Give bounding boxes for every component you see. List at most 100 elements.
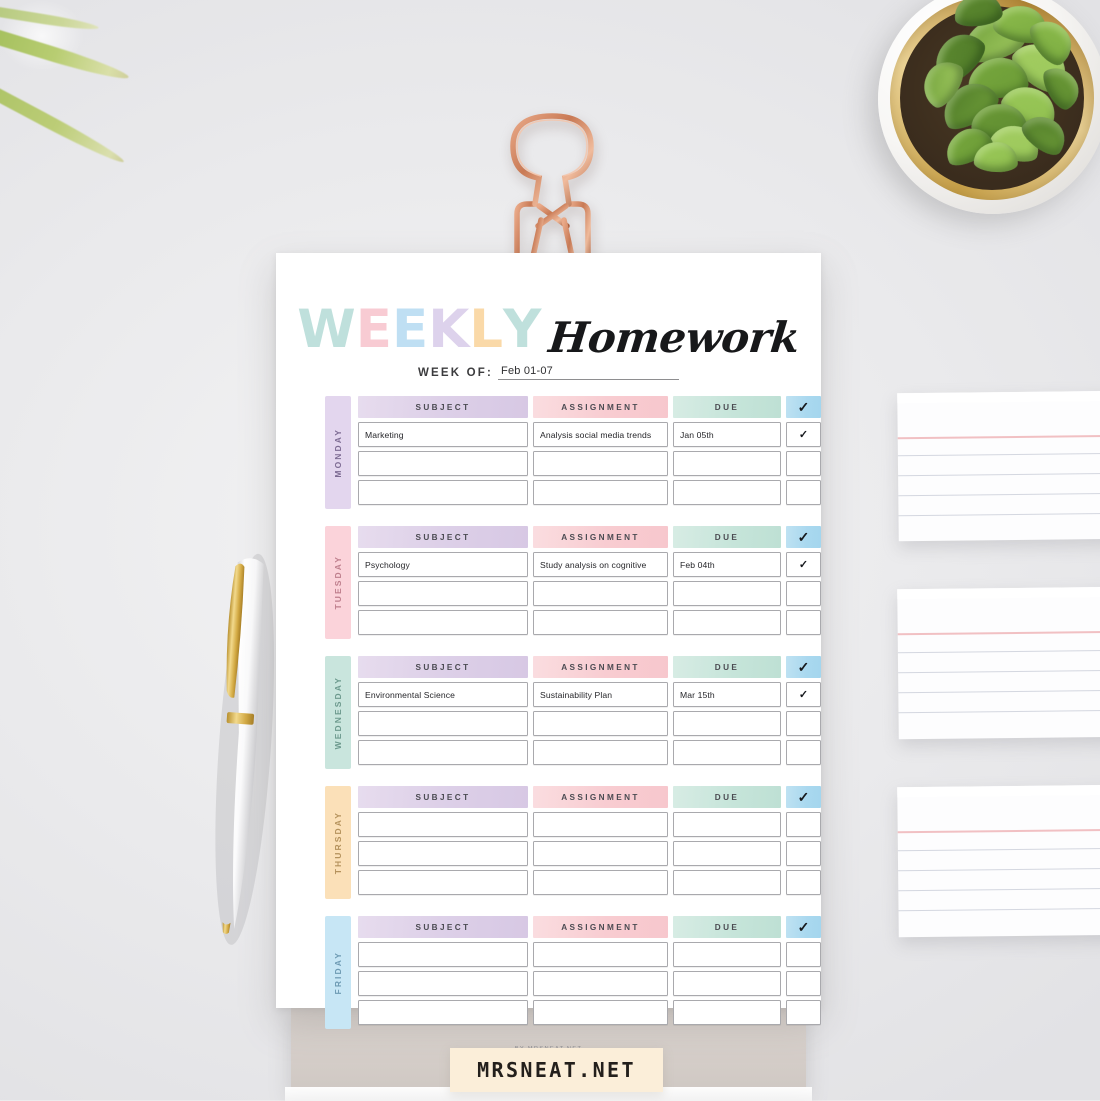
table-row bbox=[358, 610, 821, 635]
column-header-check: ✓ bbox=[786, 526, 821, 548]
table-row: Marketing Analysis social media trends Jan… bbox=[358, 422, 821, 447]
cell-assignment-text: Sustainability Plan bbox=[540, 689, 613, 700]
cell-assignment[interactable] bbox=[533, 740, 668, 765]
cell-subject-text: Marketing bbox=[365, 429, 404, 440]
cell-done[interactable]: ✓ bbox=[786, 422, 821, 447]
cell-done[interactable] bbox=[786, 711, 821, 736]
cell-due[interactable] bbox=[673, 1000, 781, 1025]
cell-due[interactable] bbox=[673, 610, 781, 635]
cell-assignment[interactable]: Analysis social media trends bbox=[533, 422, 668, 447]
cell-done[interactable] bbox=[786, 812, 821, 837]
day-grid: SUBJECT ASSIGNMENT DUE ✓ bbox=[358, 786, 821, 899]
cell-done[interactable] bbox=[786, 870, 821, 895]
cell-due[interactable] bbox=[673, 870, 781, 895]
cell-assignment[interactable] bbox=[533, 610, 668, 635]
table-row bbox=[358, 581, 821, 606]
cell-subject-text: Psychology bbox=[365, 559, 410, 570]
column-header-subject: SUBJECT bbox=[358, 786, 528, 808]
cell-due[interactable] bbox=[673, 451, 781, 476]
cell-assignment[interactable] bbox=[533, 581, 668, 606]
cell-done[interactable] bbox=[786, 841, 821, 866]
column-header-subject: SUBJECT bbox=[358, 916, 528, 938]
cell-done[interactable] bbox=[786, 610, 821, 635]
cell-subject[interactable] bbox=[358, 841, 528, 866]
cell-done-text: ✓ bbox=[798, 689, 809, 701]
day-grid: SUBJECT ASSIGNMENT DUE ✓ Marketing Analysis s… bbox=[358, 396, 821, 509]
table-row bbox=[358, 812, 821, 837]
cell-due[interactable] bbox=[673, 581, 781, 606]
day-grid: SUBJECT ASSIGNMENT DUE ✓ Psychology Study ana… bbox=[358, 526, 821, 639]
cell-assignment-text: Analysis social media trends bbox=[540, 429, 652, 440]
day-tab-friday: FRIDAY bbox=[325, 916, 351, 1029]
table-row: Environmental Science Sustainability Plan… bbox=[358, 682, 821, 707]
cell-subject[interactable] bbox=[358, 610, 528, 635]
cell-assignment[interactable] bbox=[533, 451, 668, 476]
brand-banner-text: MRSNEAT.NET bbox=[477, 1058, 636, 1082]
column-header-assignment: ASSIGNMENT bbox=[533, 916, 668, 938]
title-letter-e-2: E bbox=[391, 298, 430, 360]
cell-due[interactable] bbox=[673, 971, 781, 996]
table-row bbox=[358, 1000, 821, 1025]
day-tab-wednesday: WEDNESDAY bbox=[325, 656, 351, 769]
cell-done[interactable]: ✓ bbox=[786, 552, 821, 577]
column-header-row: SUBJECT ASSIGNMENT DUE ✓ bbox=[358, 526, 821, 548]
day-tab-label: TUESDAY bbox=[333, 555, 343, 610]
cell-subject[interactable] bbox=[358, 870, 528, 895]
title-letter-l-4: L bbox=[468, 298, 505, 360]
cell-due[interactable] bbox=[673, 711, 781, 736]
cell-due-text: Mar 15th bbox=[680, 689, 715, 700]
day-tab-label: THURSDAY bbox=[333, 810, 343, 875]
cell-assignment-text: Study analysis on cognitive bbox=[540, 559, 647, 570]
cell-due[interactable] bbox=[673, 942, 781, 967]
cell-subject[interactable] bbox=[358, 971, 528, 996]
cell-subject[interactable] bbox=[358, 581, 528, 606]
cell-done[interactable] bbox=[786, 480, 821, 505]
cell-done[interactable] bbox=[786, 451, 821, 476]
cell-subject[interactable] bbox=[358, 1000, 528, 1025]
cell-subject[interactable] bbox=[358, 812, 528, 837]
cell-done[interactable]: ✓ bbox=[786, 682, 821, 707]
index-card bbox=[897, 586, 1100, 740]
cell-due[interactable] bbox=[673, 812, 781, 837]
cell-assignment[interactable] bbox=[533, 812, 668, 837]
day-block-friday: FRIDAY SUBJECT ASSIGNMENT DUE ✓ bbox=[325, 916, 821, 1029]
title-letter-w-0: W bbox=[296, 298, 357, 360]
cell-assignment[interactable] bbox=[533, 711, 668, 736]
cell-due[interactable] bbox=[673, 740, 781, 765]
cell-done[interactable] bbox=[786, 581, 821, 606]
cell-done[interactable] bbox=[786, 971, 821, 996]
succulent-plant bbox=[844, 0, 1100, 238]
cell-due[interactable]: Feb 04th bbox=[673, 552, 781, 577]
cell-assignment[interactable] bbox=[533, 480, 668, 505]
cell-subject[interactable]: Psychology bbox=[358, 552, 528, 577]
cell-subject[interactable]: Environmental Science bbox=[358, 682, 528, 707]
cell-done[interactable] bbox=[786, 1000, 821, 1025]
cell-subject[interactable] bbox=[358, 711, 528, 736]
cell-assignment[interactable] bbox=[533, 1000, 668, 1025]
cell-subject[interactable] bbox=[358, 480, 528, 505]
cell-assignment[interactable]: Study analysis on cognitive bbox=[533, 552, 668, 577]
cell-done-text: ✓ bbox=[798, 559, 809, 571]
cell-subject[interactable] bbox=[358, 942, 528, 967]
cell-due[interactable]: Mar 15th bbox=[673, 682, 781, 707]
cell-subject[interactable] bbox=[358, 740, 528, 765]
table-row bbox=[358, 870, 821, 895]
cell-due[interactable]: Jan 05th bbox=[673, 422, 781, 447]
table-row bbox=[358, 971, 821, 996]
cell-assignment[interactable]: Sustainability Plan bbox=[533, 682, 668, 707]
cell-due[interactable] bbox=[673, 480, 781, 505]
cell-assignment[interactable] bbox=[533, 870, 668, 895]
day-grid: SUBJECT ASSIGNMENT DUE ✓ bbox=[358, 916, 821, 1029]
cell-done[interactable] bbox=[786, 740, 821, 765]
table-row bbox=[358, 942, 821, 967]
cell-subject[interactable]: Marketing bbox=[358, 422, 528, 447]
column-header-check: ✓ bbox=[786, 656, 821, 678]
column-header-subject: SUBJECT bbox=[358, 526, 528, 548]
table-row bbox=[358, 480, 821, 505]
cell-assignment[interactable] bbox=[533, 942, 668, 967]
cell-done[interactable] bbox=[786, 942, 821, 967]
cell-subject[interactable] bbox=[358, 451, 528, 476]
cell-assignment[interactable] bbox=[533, 841, 668, 866]
cell-assignment[interactable] bbox=[533, 971, 668, 996]
cell-due[interactable] bbox=[673, 841, 781, 866]
